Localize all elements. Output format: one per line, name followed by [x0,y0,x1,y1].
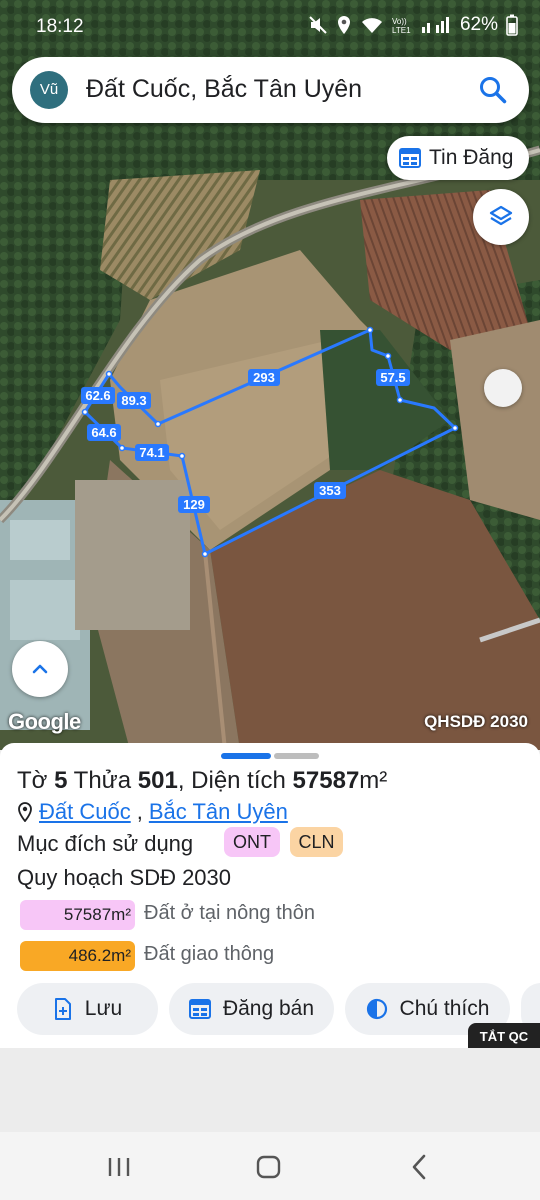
chevron-up-icon [32,664,48,674]
plan-title: Quy hoạch SDĐ 2030 [17,865,232,890]
svg-text:293: 293 [253,370,275,385]
location-pin-icon [18,802,32,822]
edge-label-89-3: 89.3 [117,392,151,409]
svg-text:64.6: 64.6 [91,425,116,440]
listing-icon [188,999,211,1019]
battery-level: 62% [459,14,498,35]
recents-icon[interactable] [104,1152,134,1182]
parcel-info-sheet[interactable]: Tờ 5 Thửa 501, Diện tích 57587m² Đất Cuố… [0,743,540,1048]
search-input[interactable]: Đất Cuốc, Bắc Tân Uyên [86,75,362,104]
layers-button[interactable] [473,189,529,245]
parcel-title: Tờ 5 Thửa 501, Diện tích 57587m² [17,767,388,794]
plan-area-chip: 57587m² [20,900,135,930]
edge-label-74-1: 74.1 [135,444,169,461]
avatar[interactable]: Vũ [30,71,68,109]
contrast-icon [366,998,387,1020]
tin-dang-button[interactable]: Tin Đăng [387,136,529,180]
screen: 293 57.5 62.6 89.3 64.6 74.1 129 353 18:… [0,0,540,1200]
post-sale-button[interactable]: Đăng bán [169,983,334,1035]
back-icon[interactable] [405,1152,435,1182]
wifi-icon [361,18,382,33]
plan-area-description: Đất giao thông [144,943,275,965]
purpose-label: Mục đích sử dụng [17,831,194,856]
svg-text:74.1: 74.1 [139,445,164,460]
add-file-icon [54,998,71,1020]
parcel-address: Đất Cuốc, Bắc Tân Uyên [17,799,288,825]
volte-icon: Vo))LTE1 [392,17,411,35]
listing-icon [399,148,421,168]
battery-icon [506,14,518,36]
edge-label-129: 129 [178,496,210,513]
svg-text:129: 129 [183,497,205,512]
plan-row: 486.2m² Đất giao thông [20,941,480,971]
svg-text:57.5: 57.5 [380,370,405,385]
svg-text:LTE1: LTE1 [392,26,411,35]
address-separator: , [136,799,143,824]
google-logo: Google [8,709,81,734]
district-link[interactable]: Bắc Tân Uyên [149,799,288,825]
edge-label-62-6: 62.6 [81,387,115,404]
clock: 18:12 [36,16,84,37]
layers-icon [489,205,513,226]
layer-label: QHSDĐ 2030 [424,712,528,731]
home-icon[interactable] [254,1152,284,1182]
svg-text:353: 353 [319,483,341,498]
svg-text:Vo)): Vo)) [392,17,407,26]
ad-area [0,1048,540,1132]
post-sale-label: Đăng bán [222,997,315,1020]
tin-dang-label: Tin Đăng [429,146,514,169]
svg-text:89.3: 89.3 [121,393,146,408]
edge-label-293: 293 [248,369,280,386]
sheet-handle-inactive[interactable] [274,753,319,759]
system-nav-bar [0,1132,540,1200]
legend-label: Chú thích [399,997,490,1020]
purpose-tag-ont: ONT [224,827,280,857]
ad-off-button[interactable]: TẮT QC [468,1023,540,1050]
floating-handle[interactable] [484,369,522,407]
expand-up-button[interactable] [12,641,68,697]
save-label: Lưu [84,997,123,1020]
purpose-tag-cln: CLN [290,827,343,857]
sheet-handle-active[interactable] [221,753,271,759]
edge-label-57-5: 57.5 [376,369,410,386]
plan-row: 57587m² Đất ở tại nông thôn [20,900,480,930]
mute-icon [309,16,327,34]
edge-label-64-6: 64.6 [87,424,121,441]
status-bar: 18:12 Vo)) LTE1 62% [0,0,540,52]
edge-label-353: 353 [314,482,346,499]
commune-link[interactable]: Đất Cuốc [39,799,131,825]
search-icon[interactable] [477,74,509,106]
search-bar[interactable]: Vũ Đất Cuốc, Bắc Tân Uyên [12,57,529,123]
plan-area-description: Đất ở tại nông thôn [144,902,316,924]
svg-text:62.6: 62.6 [85,388,110,403]
status-icons: Vo)) LTE1 62% [308,14,518,36]
plan-area-chip: 486.2m² [20,941,135,971]
location-icon [337,16,350,34]
save-button[interactable]: Lưu [17,983,158,1035]
signal-icon [421,17,449,33]
more-icon [534,998,540,1020]
